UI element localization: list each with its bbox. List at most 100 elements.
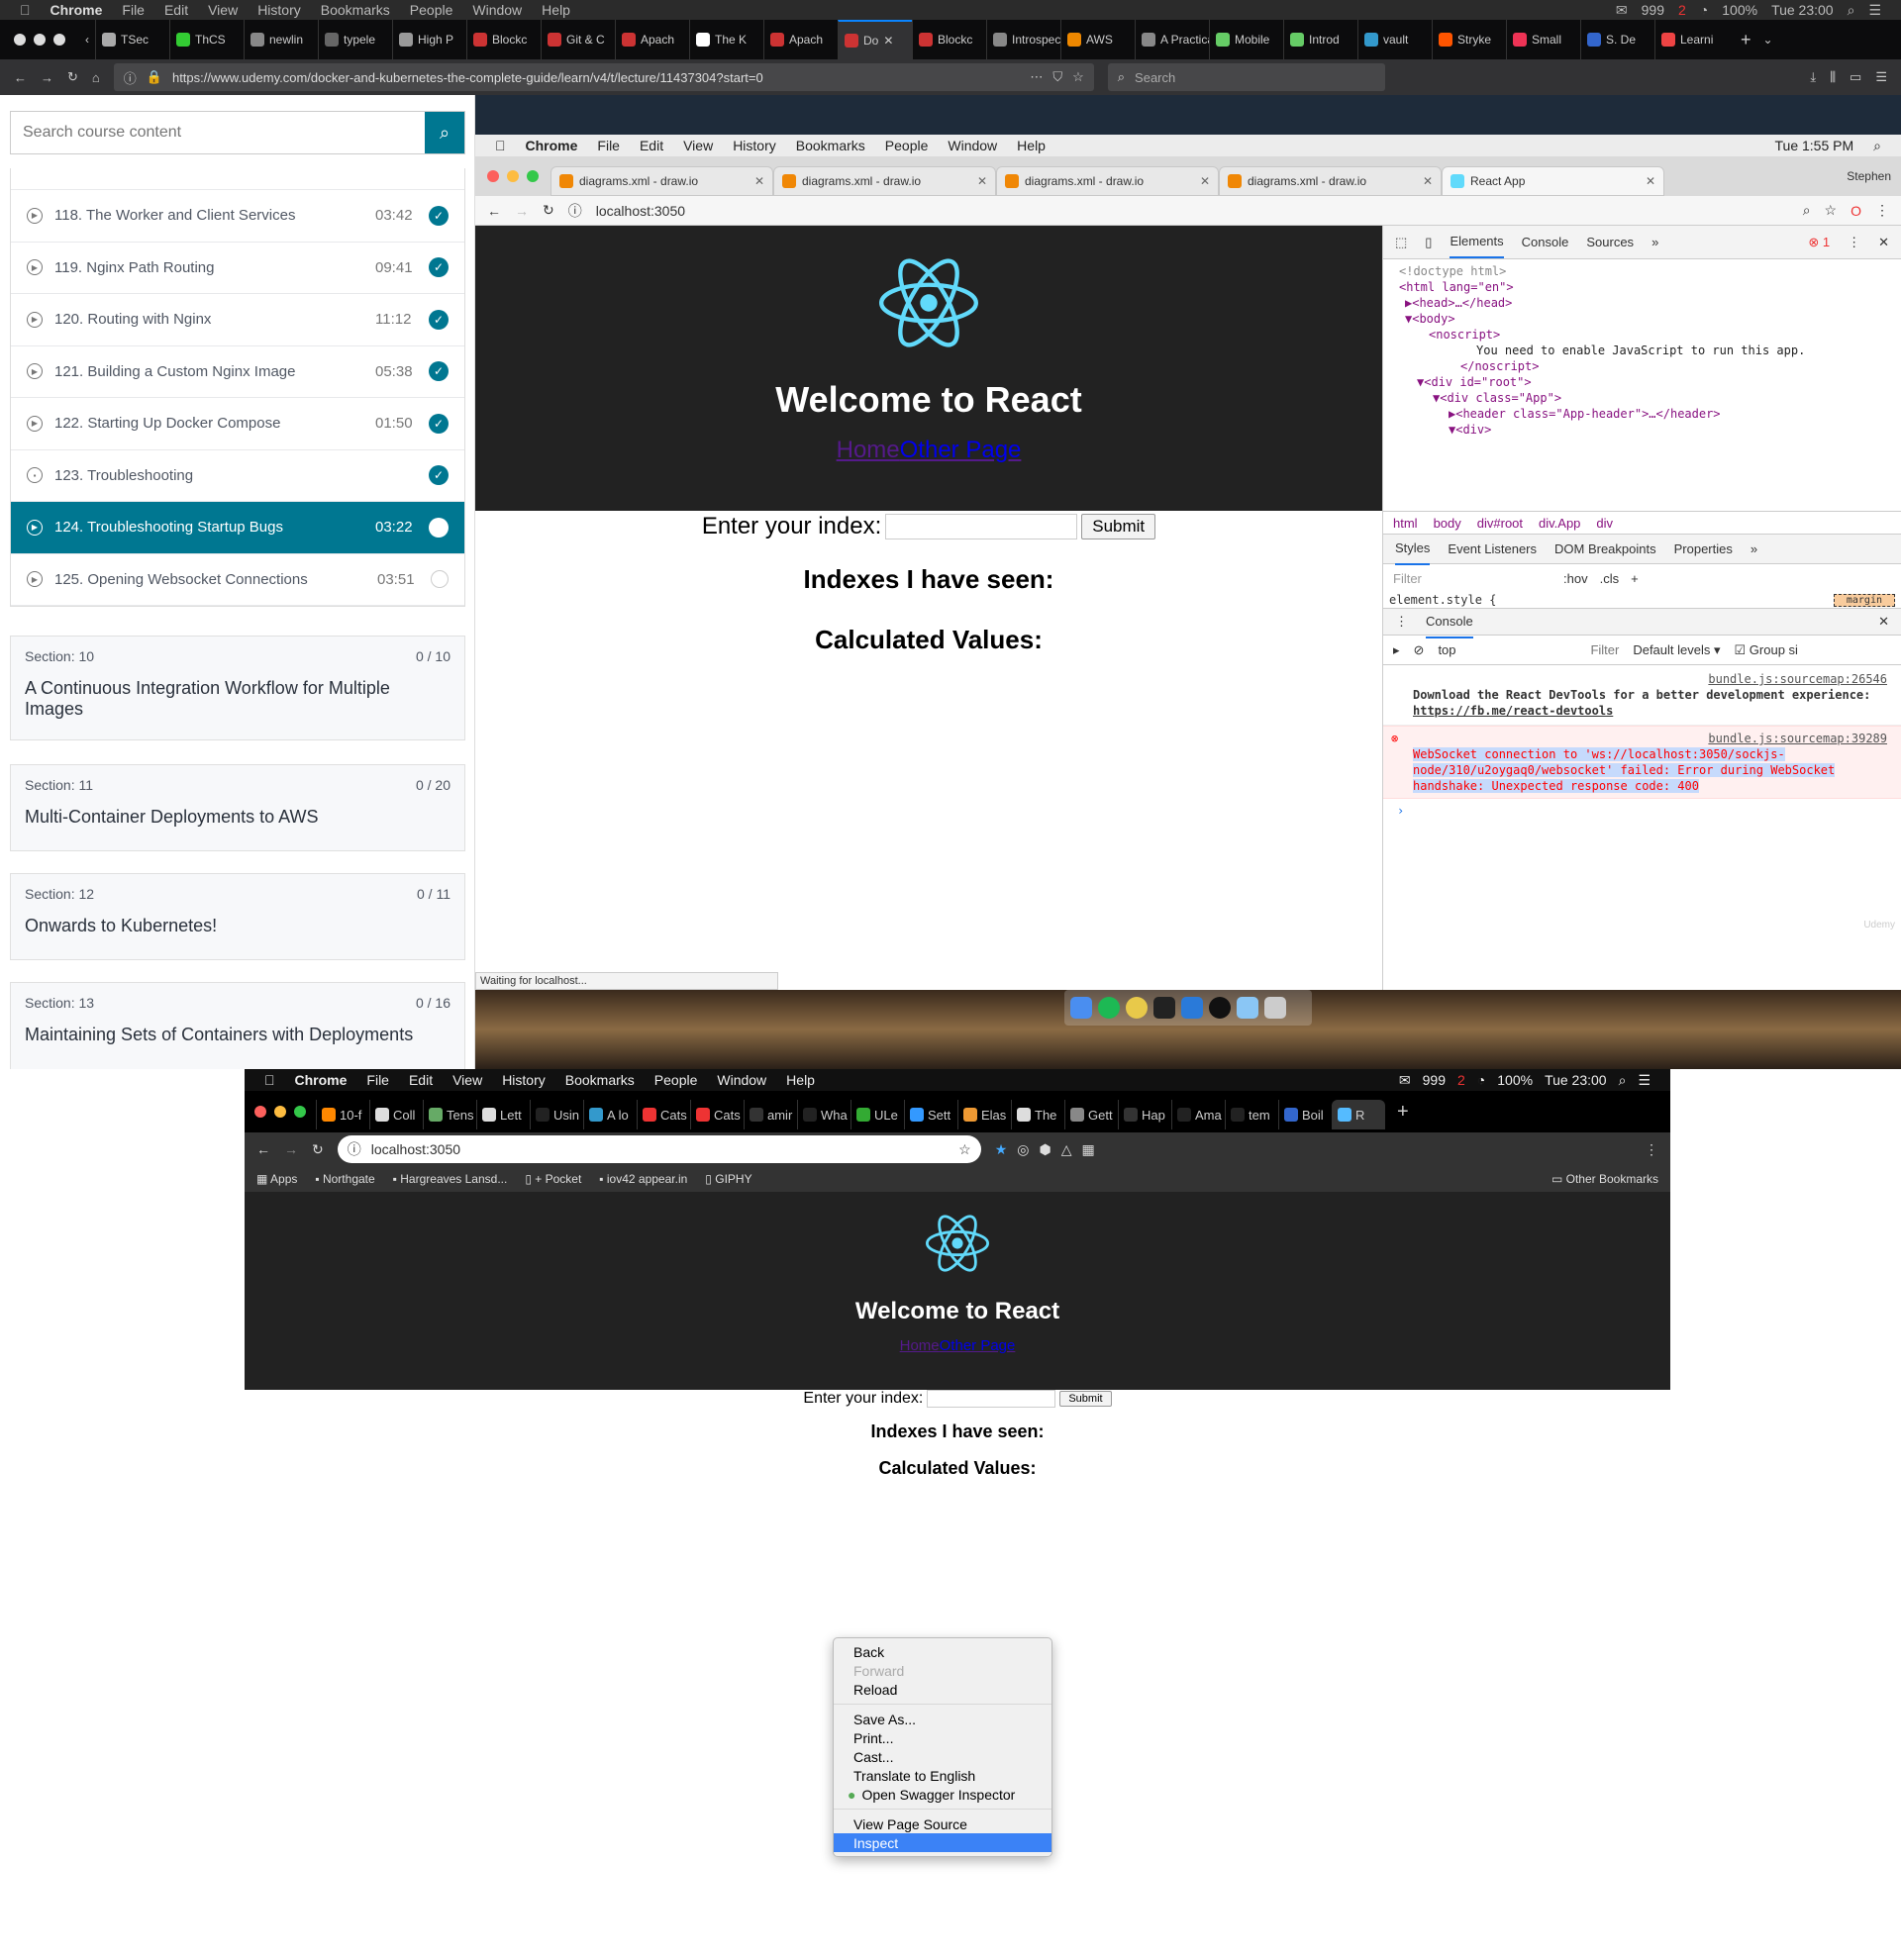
- browser-tab[interactable]: Hap: [1118, 1100, 1171, 1129]
- page-actions-icon[interactable]: ⋯: [1030, 69, 1043, 85]
- browser-tab[interactable]: Lett: [476, 1100, 530, 1129]
- menu-file[interactable]: File: [122, 2, 145, 18]
- menu-bookmarks[interactable]: Bookmarks: [321, 2, 390, 18]
- context-menu-item[interactable]: Inspect: [834, 1833, 1051, 1852]
- browser-tab[interactable]: High P: [392, 20, 466, 59]
- menu-history[interactable]: History: [502, 1072, 546, 1088]
- browser-tab[interactable]: Small: [1506, 20, 1580, 59]
- apple-icon[interactable]: : [264, 1072, 275, 1088]
- browser-tab[interactable]: Usin: [530, 1100, 583, 1129]
- submit-button[interactable]: Submit: [1059, 1391, 1112, 1407]
- url-text[interactable]: https://www.udemy.com/docker-and-kuberne…: [172, 70, 763, 85]
- lecture-item[interactable]: ▪ 123. Troubleshooting ✓: [11, 449, 464, 502]
- menu-bookmarks[interactable]: Bookmarks: [565, 1072, 635, 1088]
- clock[interactable]: Tue 23:00: [1771, 2, 1834, 18]
- forward-icon[interactable]: →: [41, 70, 53, 85]
- browser-tab[interactable]: Wha: [797, 1100, 850, 1129]
- lecture-item[interactable]: ▶ 119. Nginx Path Routing 09:41 ✓: [11, 242, 464, 294]
- menu-people[interactable]: People: [654, 1072, 698, 1088]
- browser-tab[interactable]: Mobile: [1209, 20, 1283, 59]
- tab-scroll-left-icon[interactable]: ‹: [79, 33, 95, 47]
- chrome-menu-icon[interactable]: ⋮: [1645, 1141, 1658, 1158]
- context-menu-item[interactable]: View Page Source: [834, 1814, 1051, 1833]
- browser-tab[interactable]: Stryke: [1432, 20, 1506, 59]
- section-11[interactable]: Section: 11 0 / 20 Multi-Container Deploy…: [10, 764, 465, 851]
- browser-tab[interactable]: TSec: [95, 20, 169, 59]
- menu-view[interactable]: View: [208, 2, 238, 18]
- menu-people[interactable]: People: [410, 2, 453, 18]
- menu-view[interactable]: View: [452, 1072, 482, 1088]
- browser-tab[interactable]: newlin: [244, 20, 318, 59]
- other-bookmarks[interactable]: ▭ Other Bookmarks: [1551, 1172, 1658, 1186]
- browser-tab[interactable]: Gett: [1064, 1100, 1118, 1129]
- mail-icon[interactable]: ✉: [1399, 1072, 1411, 1089]
- list-icon[interactable]: ☰: [1638, 1072, 1651, 1089]
- browser-tab[interactable]: Learni: [1654, 20, 1729, 59]
- bookmark-pocket[interactable]: ▯ + Pocket: [525, 1172, 581, 1186]
- browser-tab[interactable]: Apach: [615, 20, 689, 59]
- minimize-window-button[interactable]: [34, 34, 46, 46]
- zoom-window-button[interactable]: [53, 34, 65, 46]
- close-window-button[interactable]: [254, 1106, 266, 1118]
- browser-tab[interactable]: Introspect: [986, 20, 1060, 59]
- completed-check-icon[interactable]: ✓: [429, 361, 449, 382]
- browser-tab[interactable]: typele: [318, 20, 392, 59]
- context-menu-item[interactable]: Cast...: [834, 1747, 1051, 1766]
- bookmark-apps[interactable]: ▦ Apps: [256, 1172, 297, 1186]
- section-13[interactable]: Section: 13 0 / 16 Maintaining Sets of Co…: [10, 982, 465, 1069]
- course-search-button[interactable]: ⌕: [425, 112, 464, 153]
- browser-tab[interactable]: Cats: [690, 1100, 744, 1129]
- drive-icon[interactable]: △: [1061, 1141, 1072, 1158]
- menu-help[interactable]: Help: [542, 2, 570, 18]
- search-icon[interactable]: ⌕: [1848, 2, 1855, 19]
- context-menu-item[interactable]: ● Open Swagger Inspector: [834, 1785, 1051, 1804]
- home-link[interactable]: Home: [900, 1337, 940, 1354]
- forward-icon[interactable]: →: [284, 1141, 298, 1157]
- menu-edit[interactable]: Edit: [409, 1072, 433, 1088]
- browser-tab[interactable]: Elas: [957, 1100, 1011, 1129]
- browser-tab[interactable]: Coll: [369, 1100, 423, 1129]
- menu-icon[interactable]: ☰: [1875, 69, 1887, 85]
- completed-check-icon[interactable]: ✓: [429, 205, 449, 226]
- search-icon[interactable]: ⌕: [1619, 1072, 1627, 1089]
- back-icon[interactable]: ←: [14, 70, 27, 85]
- menu-help[interactable]: Help: [786, 1072, 815, 1088]
- browser-tab[interactable]: Tens: [423, 1100, 476, 1129]
- menu-app[interactable]: Chrome: [295, 1072, 348, 1088]
- incomplete-circle-icon[interactable]: [431, 570, 449, 589]
- context-menu-item[interactable]: Save As...: [834, 1710, 1051, 1728]
- home-icon[interactable]: ⌂: [92, 70, 100, 85]
- browser-tab[interactable]: Sett: [904, 1100, 957, 1129]
- browser-tab[interactable]: ThCS: [169, 20, 244, 59]
- browser-tab[interactable]: S. De: [1580, 20, 1654, 59]
- progress-circle-icon[interactable]: [429, 517, 449, 538]
- new-tab-button[interactable]: +: [1729, 30, 1763, 50]
- url-bar[interactable]: ⓘ 🔒 https://www.udemy.com/docker-and-kub…: [113, 63, 1094, 91]
- reload-icon[interactable]: ↻: [312, 1141, 324, 1158]
- menu-edit[interactable]: Edit: [164, 2, 188, 18]
- browser-tab[interactable]: R: [1332, 1100, 1385, 1129]
- lecture-item[interactable]: ▶ 120. Routing with Nginx 11:12 ✓: [11, 294, 464, 346]
- back-icon[interactable]: ←: [256, 1141, 270, 1157]
- address-bar[interactable]: ⓘ localhost:3050 ☆: [337, 1135, 981, 1163]
- context-menu-item[interactable]: Forward: [834, 1661, 1051, 1680]
- completed-check-icon[interactable]: ✓: [429, 257, 449, 278]
- list-icon[interactable]: ☰: [1868, 2, 1881, 19]
- reload-icon[interactable]: ↻: [67, 69, 78, 85]
- tab-overflow-icon[interactable]: ⌄: [1763, 33, 1773, 47]
- close-window-button[interactable]: [14, 34, 26, 46]
- bookmark-northgate[interactable]: ▪ Northgate: [315, 1172, 374, 1186]
- sidebar-icon[interactable]: ▭: [1850, 69, 1861, 85]
- new-tab-button[interactable]: +: [1385, 1101, 1421, 1124]
- lecture-item[interactable]: ▶ 124. Troubleshooting Startup Bugs 03:22: [11, 502, 464, 554]
- index-input[interactable]: [927, 1390, 1056, 1408]
- section-12[interactable]: Section: 12 0 / 11 Onwards to Kubernetes!: [10, 873, 465, 960]
- pocket-icon[interactable]: ⛉: [1052, 69, 1062, 85]
- completed-check-icon[interactable]: ✓: [429, 309, 449, 330]
- context-menu-item[interactable]: Print...: [834, 1728, 1051, 1747]
- bookmark-hargreaves[interactable]: ▪ Hargreaves Lansd...: [393, 1172, 508, 1186]
- lecture-item[interactable]: ▶ 122. Starting Up Docker Compose 01:50 ✓: [11, 398, 464, 450]
- grid-extension-icon[interactable]: ▦: [1082, 1141, 1095, 1158]
- wifi-icon[interactable]: ◔: [1700, 2, 1708, 18]
- browser-tab[interactable]: Boil: [1278, 1100, 1332, 1129]
